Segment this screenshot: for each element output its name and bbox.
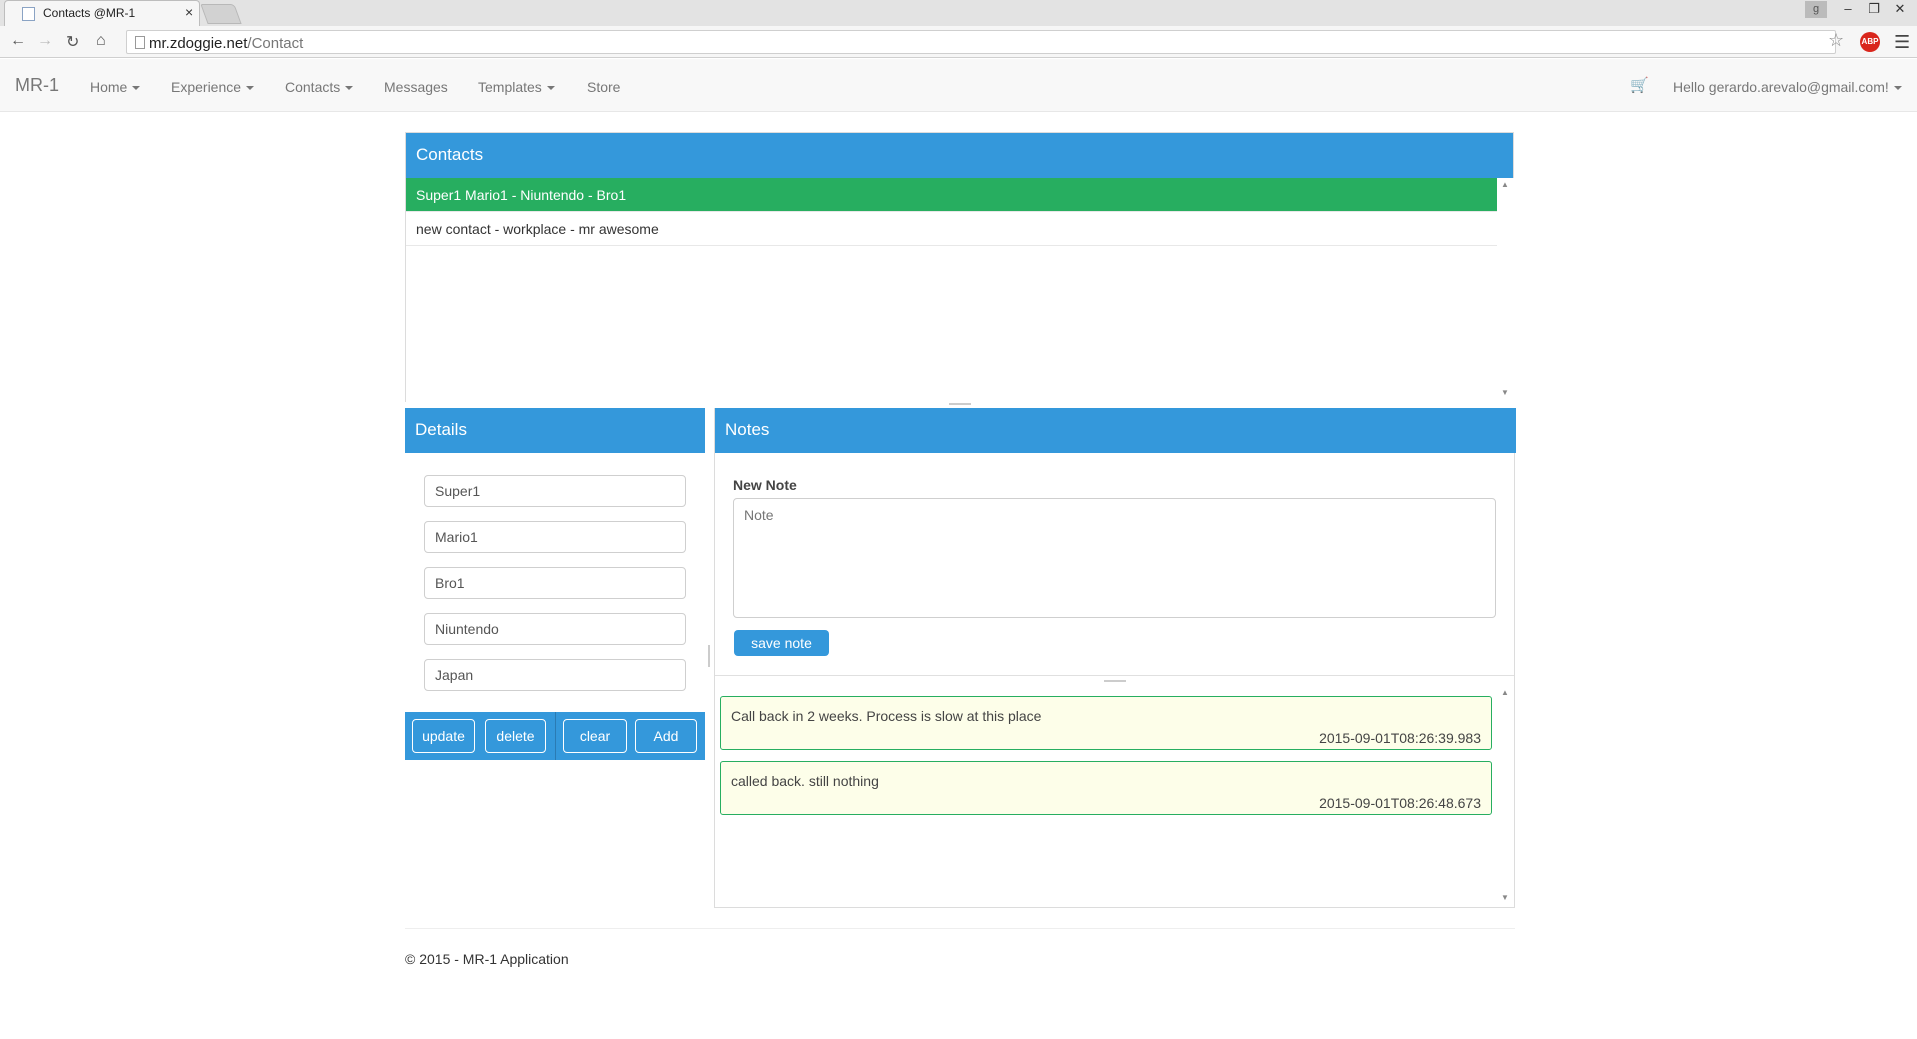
new-note-label: New Note [733,477,797,493]
url-path: /Contact [247,35,304,52]
close-window-icon[interactable]: ✕ [1887,0,1913,20]
footer-divider [405,928,1515,929]
note-item: called back. still nothing 2015-09-01T08… [720,761,1492,815]
user-menu[interactable]: Hello gerardo.arevalo@gmail.com! [1673,79,1902,95]
details-title: Details [415,420,467,439]
details-header: Details [405,408,705,453]
forward-icon[interactable]: → [37,32,53,50]
title-field[interactable] [424,567,686,599]
nav-templates[interactable]: Templates [478,79,555,95]
page-icon [135,36,145,49]
nav-contacts-label: Contacts [285,79,341,95]
notes-header: Notes [715,408,1516,453]
nav-home[interactable]: Home [90,79,141,95]
page-favicon-icon [22,7,35,21]
caret-down-icon [546,86,555,91]
back-icon[interactable]: ← [10,32,26,50]
browser-menu-icon[interactable]: ☰ [1894,32,1910,53]
profile-icon[interactable]: g [1805,1,1827,18]
delete-button[interactable]: delete [485,719,546,753]
bookmark-star-icon[interactable]: ☆ [1828,30,1844,51]
note-timestamp: 2015-09-01T08:26:48.673 [1319,795,1481,811]
window-controls: g – ❐ ✕ [1805,0,1913,20]
notes-title: Notes [725,420,770,439]
nav-messages[interactable]: Messages [384,79,448,95]
resize-handle[interactable] [1104,680,1126,682]
scroll-up-icon[interactable]: ▲ [1501,180,1509,189]
contacts-panel: Contacts Super1 Mario1 - Niuntendo - Bro… [405,132,1514,402]
nav-contacts[interactable]: Contacts [285,79,354,95]
contact-item[interactable]: Super1 Mario1 - Niuntendo - Bro1 [406,178,1497,212]
nav-home-label: Home [90,79,128,95]
country-field[interactable] [424,659,686,691]
reload-icon[interactable]: ↻ [66,32,79,52]
app-navbar: MR-1 Home Experience Contacts Messages T… [0,59,1917,112]
brand-link[interactable]: MR-1 [15,75,59,96]
adblock-icon[interactable]: ABP [1860,32,1880,52]
tab-title: Contacts @MR-1 [43,6,136,20]
restore-icon[interactable]: ❐ [1861,0,1887,20]
clear-button[interactable]: clear [563,719,627,753]
scroll-down-icon[interactable]: ▼ [1501,388,1509,397]
caret-down-icon [1893,86,1902,91]
scroll-down-icon[interactable]: ▼ [1501,893,1509,902]
footer-text: © 2015 - MR-1 Application [405,951,569,967]
contacts-title: Contacts [416,145,484,164]
note-timestamp: 2015-09-01T08:26:39.983 [1319,730,1481,746]
add-button[interactable]: Add [635,719,697,753]
tab-close-icon[interactable]: × [185,4,193,20]
caret-down-icon [246,86,255,91]
resize-handle[interactable] [949,403,971,405]
note-text: Call back in 2 weeks. Process is slow at… [731,708,1042,724]
home-icon[interactable]: ⌂ [96,32,106,50]
caret-down-icon [345,86,354,91]
browser-tab[interactable]: Contacts @MR-1 × [4,0,200,26]
note-textarea[interactable] [733,498,1496,618]
notes-panel: Notes New Note save note Call back in 2 … [714,408,1516,908]
save-note-button[interactable]: save note [734,630,829,656]
contacts-header: Contacts [406,133,1513,178]
nav-experience-label: Experience [171,79,242,95]
note-item: Call back in 2 weeks. Process is slow at… [720,696,1492,750]
nav-experience[interactable]: Experience [171,79,255,95]
url-text: mr.zdoggie.net/Contact [149,35,303,52]
details-button-bar: update delete clear Add [405,712,705,760]
nav-store[interactable]: Store [587,79,620,95]
resize-handle[interactable] [708,645,710,667]
contacts-scrollbar[interactable]: ▲ ▼ [1497,178,1514,402]
minimize-icon[interactable]: – [1835,0,1861,20]
address-bar: ← → ↻ ⌂ mr.zdoggie.net/Contact ☆ ABP ☰ [0,26,1917,58]
last-name-field[interactable] [424,521,686,553]
details-panel: Details update delete clear Add [405,408,705,760]
contact-item[interactable]: new contact - workplace - mr awesome [406,212,1497,246]
new-tab-button[interactable] [200,4,242,24]
scroll-up-icon[interactable]: ▲ [1501,688,1509,697]
update-button[interactable]: update [412,719,475,753]
note-text: called back. still nothing [731,773,879,789]
notes-divider [715,675,1514,676]
user-greeting: Hello gerardo.arevalo@gmail.com! [1673,79,1889,95]
first-name-field[interactable] [424,475,686,507]
url-host: mr.zdoggie.net [149,35,248,52]
browser-tab-strip: Contacts @MR-1 × g – ❐ ✕ [0,0,1917,26]
contacts-list: Super1 Mario1 - Niuntendo - Bro1 new con… [406,178,1497,402]
caret-down-icon [132,86,141,91]
url-input[interactable]: mr.zdoggie.net/Contact [126,30,1836,54]
notes-scrollbar[interactable]: ▲ ▼ [1497,688,1514,906]
button-separator [555,712,556,760]
company-field[interactable] [424,613,686,645]
nav-templates-label: Templates [478,79,542,95]
cart-icon[interactable]: 🛒 [1630,76,1649,94]
